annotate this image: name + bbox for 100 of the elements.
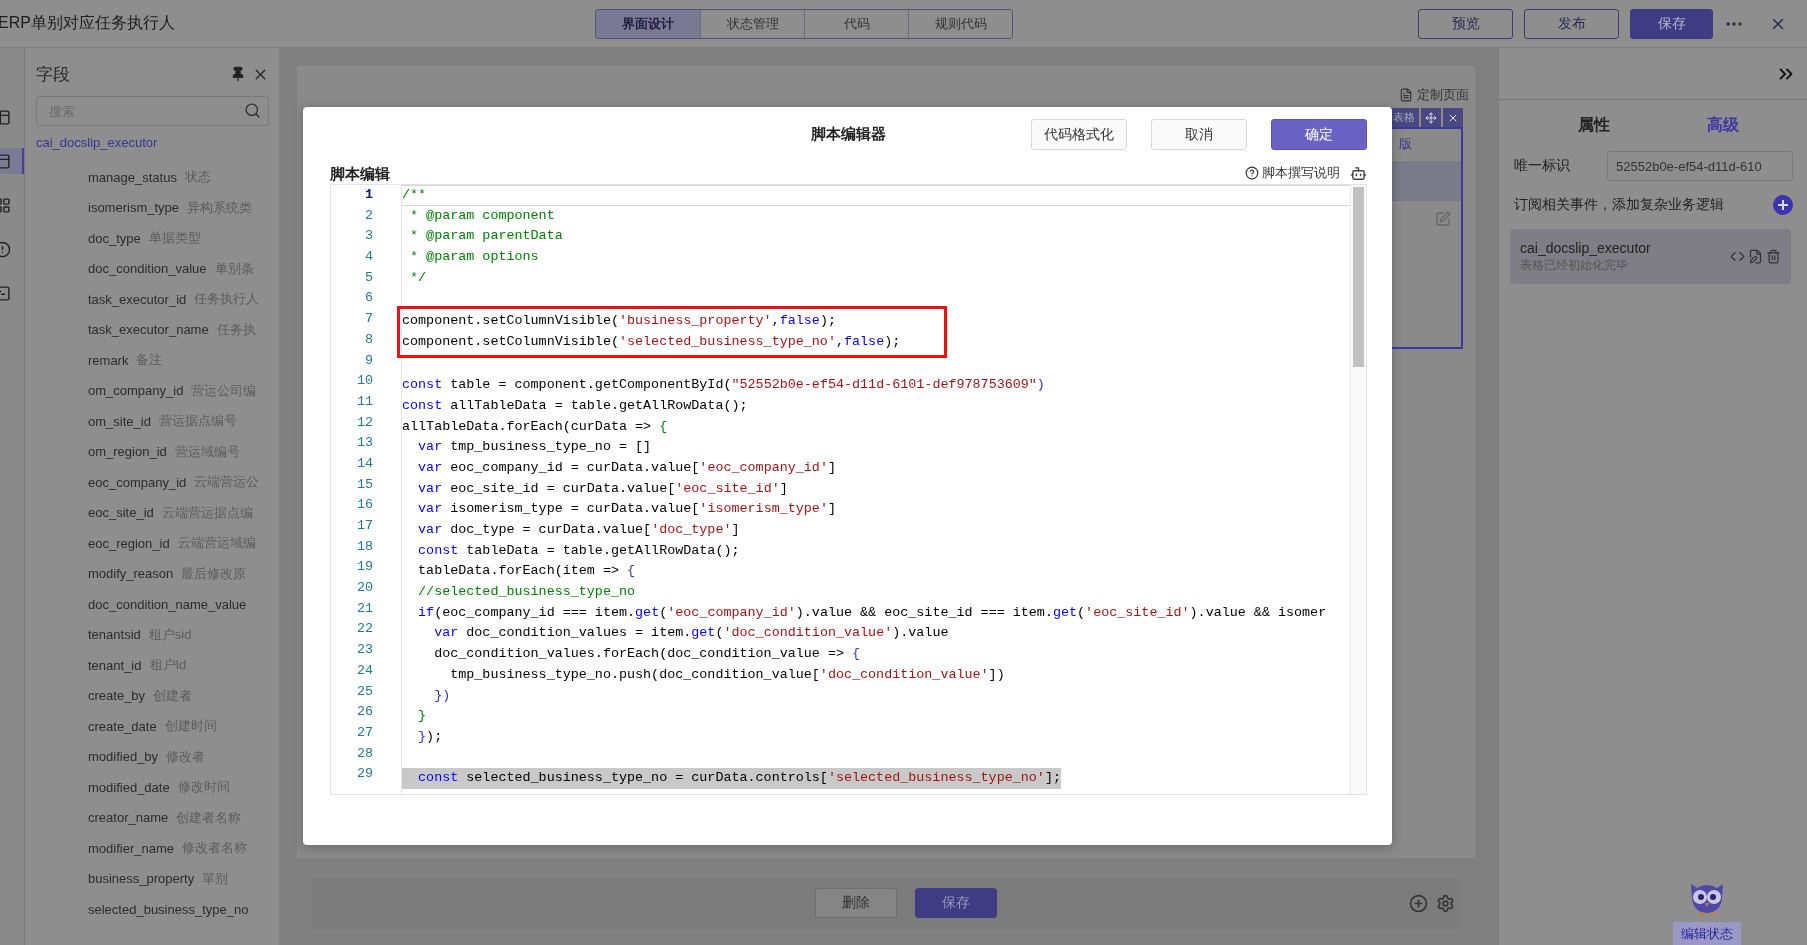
field-name[interactable]: creator_name (88, 810, 169, 826)
help-link[interactable]: 脚本撰写说明 (1245, 164, 1340, 182)
field-name[interactable]: om_site_id (88, 413, 151, 429)
field-name[interactable]: om_company_id (88, 383, 184, 399)
code-line: * @param parentData (409, 227, 563, 246)
code-line: var eoc_site_id = curData.value['eoc_site_id'] (417, 479, 788, 498)
move-icon[interactable] (1421, 108, 1441, 127)
line-number: 12 (355, 413, 374, 432)
field-name[interactable]: modifier_name (88, 840, 174, 856)
code-line: const tableData = table.getAllRowData(); (417, 541, 740, 560)
line-number: 1 (363, 186, 374, 204)
field-name[interactable]: doc_condition_name_value (88, 596, 247, 612)
tab[interactable]: 属性 (1571, 114, 1616, 137)
action-button[interactable]: 预览 (1418, 8, 1513, 39)
field-name[interactable]: doc_type (88, 230, 141, 246)
tab[interactable]: 规则代码 (908, 9, 1012, 38)
field-name[interactable]: create_date (88, 718, 157, 734)
field-name[interactable]: modify_reason (88, 566, 174, 582)
robot-icon[interactable] (1350, 164, 1367, 182)
save-button[interactable]: 保存 (1630, 8, 1713, 39)
code-line: var isomerism_type = curData.value['isomerism_type'] (417, 500, 836, 519)
field-name[interactable]: eoc_site_id (88, 505, 154, 521)
add-icon[interactable] (1409, 893, 1428, 913)
field-label: 唯一标识 (1514, 157, 1570, 175)
code-line: } (417, 707, 427, 726)
line-number: 9 (363, 351, 374, 370)
code-line: * @param component (409, 206, 555, 225)
line-number: 25 (355, 682, 374, 701)
field-name[interactable]: tenant_id (88, 657, 142, 673)
field-name[interactable]: tenantsid (88, 627, 141, 643)
field-name[interactable]: eoc_region_id (88, 535, 170, 551)
line-number: 24 (355, 661, 374, 680)
tab[interactable]: 界面设计 (596, 9, 700, 38)
dialog-button[interactable]: 取消 (1151, 119, 1247, 150)
code-icon[interactable] (1730, 249, 1745, 264)
delete-icon[interactable] (1766, 249, 1781, 264)
code-line: component.setColumnVisible('business_property',false); (402, 312, 836, 331)
line-number: 11 (355, 392, 374, 411)
field-name[interactable]: remark (88, 352, 129, 368)
field-name[interactable]: modified_by (88, 749, 159, 765)
line-number: 13 (355, 434, 374, 453)
help-icon (1245, 166, 1259, 180)
line-number: 10 (355, 372, 374, 391)
delete-button[interactable]: 删除 (815, 888, 897, 918)
code-line: var tmp_business_type_no = [] (417, 438, 652, 457)
dialog-button[interactable]: 代码格式化 (1031, 119, 1127, 150)
line-number: 27 (355, 723, 374, 742)
save-button[interactable]: 保存 (915, 888, 997, 918)
field-name[interactable]: eoc_company_id (88, 474, 187, 490)
line-number: 22 (355, 620, 374, 639)
code-line: }) (433, 686, 451, 705)
code-line: * @param options (409, 248, 539, 267)
code-line: if(eoc_company_id === item.get('eoc_company_id').value && eoc_site_id === item.get('eoc_site_id').value && isomer (417, 603, 1327, 622)
line-number: 28 (355, 744, 374, 763)
code-line: /** (402, 186, 427, 204)
line-number: 29 (355, 765, 374, 784)
tab[interactable]: 高级 (1700, 114, 1745, 137)
field-name[interactable]: om_region_id (88, 444, 167, 460)
edit-icon[interactable] (1748, 249, 1763, 264)
code-line: tmp_business_type_no.push(doc_condition_value['doc_condition_value']) (449, 665, 1005, 684)
line-number: 8 (363, 330, 374, 349)
code-line: const table = component.getComponentById("52552b0e-ef54-d11d-6101-def978753609") (402, 376, 1045, 395)
line-number: 6 (363, 289, 374, 308)
close-icon[interactable] (1443, 108, 1463, 127)
id-field[interactable]: 52552b0e-ef54-d11d-610 (1607, 151, 1793, 181)
scrollbar-thumb[interactable] (1353, 187, 1364, 367)
code-line: var doc_type = curData.value['doc_type'] (417, 521, 740, 539)
field-name[interactable]: selected_business_type_no (88, 901, 249, 917)
section-label: 脚本编辑 (330, 165, 390, 184)
dialog-title: 脚本编辑器 (811, 125, 886, 144)
field-name[interactable]: task_executor_id (88, 291, 187, 307)
code-line: */ (409, 268, 427, 287)
code-line: tableData.forEach(item => { (417, 562, 636, 581)
event-name: cai_docslip_executor (1520, 239, 1651, 256)
action-button[interactable]: 发布 (1524, 8, 1619, 39)
pin-icon[interactable] (230, 65, 246, 82)
code-line: doc_condition_values.forEach(doc_condition_value => { (433, 645, 861, 664)
document-icon (1399, 88, 1413, 102)
field-name[interactable]: create_by (88, 688, 146, 704)
code-line: //selected_business_type_no (417, 583, 636, 602)
add-button[interactable] (1773, 195, 1793, 215)
line-number: 20 (355, 579, 374, 598)
settings-icon[interactable] (1436, 893, 1455, 913)
line-number: 5 (363, 268, 374, 287)
confirm-button[interactable]: 确定 (1271, 119, 1367, 150)
code-line: var doc_condition_values = item.get('doc_condition_value').value (433, 624, 949, 643)
search-icon (244, 102, 261, 119)
field-name[interactable]: doc_condition_value (88, 261, 207, 277)
field-name[interactable]: isomerism_type (88, 200, 180, 216)
table-name[interactable]: cai_docslip_executor (36, 135, 269, 150)
field-name[interactable]: task_executor_name (88, 322, 209, 338)
line-number: 4 (363, 248, 374, 267)
line-number: 23 (355, 641, 374, 660)
line-number: 19 (355, 558, 374, 577)
field-name[interactable]: business_property (88, 871, 195, 887)
status-label[interactable]: 编辑状态 (1673, 922, 1741, 945)
field-name[interactable]: manage_status (88, 169, 177, 185)
line-number: 26 (355, 703, 374, 722)
line-number: 7 (363, 310, 374, 329)
field-name[interactable]: modified_date (88, 779, 170, 795)
